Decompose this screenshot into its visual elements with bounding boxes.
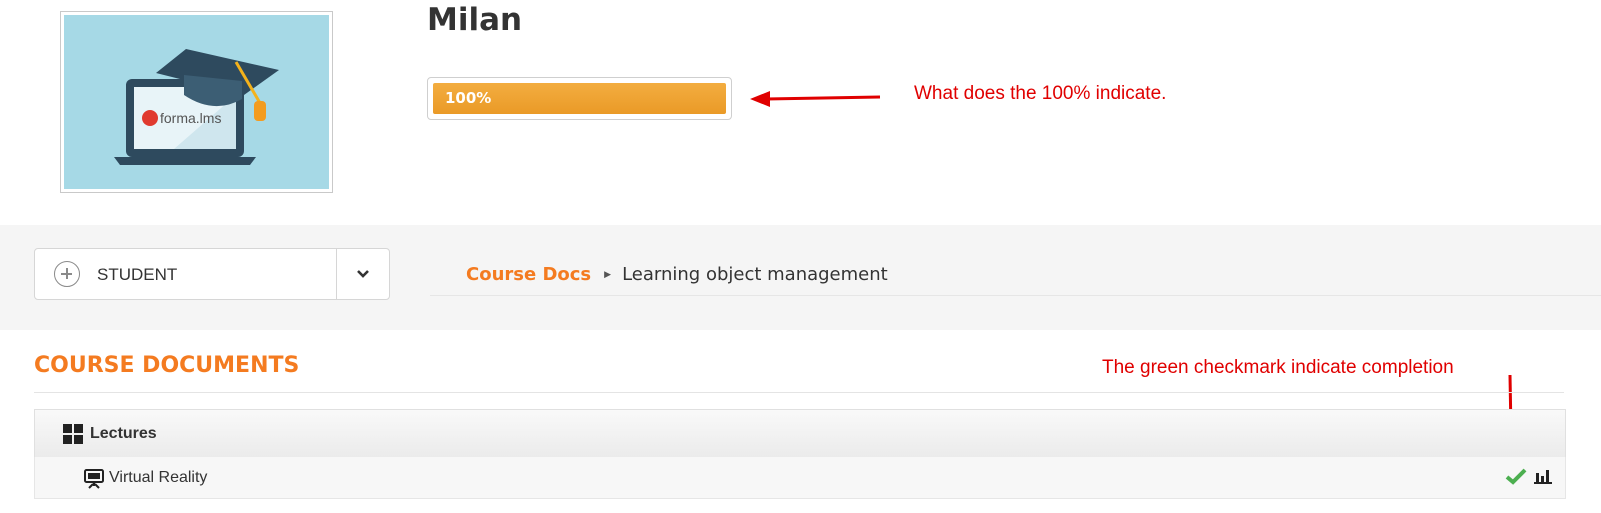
role-selector[interactable]: STUDENT [34,248,390,300]
logo-wordmark: forma.lms [160,110,221,126]
annotation-progress-note: What does the 100% indicate. [914,83,1167,104]
logo-image: forma.lms [64,15,329,189]
breadcrumb: Course Docs ▶ Learning object management [466,264,888,285]
progress-label: 100% [445,89,492,107]
item-label[interactable]: Virtual Reality [109,469,207,487]
breadcrumb-current: Learning object management [622,264,888,285]
green-checkmark-icon [1505,468,1527,485]
course-title: Milan [427,2,523,38]
progress-track: 100% [433,83,726,114]
folder-label[interactable]: Lectures [90,425,157,443]
folder-row[interactable]: Lectures [34,409,1566,457]
breadcrumb-link-course-docs[interactable]: Course Docs [466,264,591,285]
plus-circle-icon[interactable] [54,261,80,287]
bar-chart-icon[interactable] [1533,467,1553,485]
breadcrumb-divider [430,295,1601,296]
role-selector-value[interactable]: STUDENT [80,249,336,299]
annotation-checkmark-note: The green checkmark indicate completion [1102,357,1454,378]
list-item[interactable]: Virtual Reality [34,457,1566,499]
presentation-icon [84,468,104,489]
breadcrumb-separator-icon: ▶ [604,269,612,280]
folder-grid-icon [63,423,83,444]
chevron-down-icon [357,270,369,278]
role-selector-toggle[interactable] [336,249,389,299]
course-logo: forma.lms [60,11,333,193]
course-progress-bar: 100% [427,77,732,120]
section-title: COURSE DOCUMENTS [34,353,300,378]
progress-fill: 100% [433,83,726,114]
item-status [1505,467,1553,485]
graduation-laptop-icon: forma.lms [114,49,279,165]
annotation-arrow-left [750,91,881,107]
section-divider [34,392,1564,393]
